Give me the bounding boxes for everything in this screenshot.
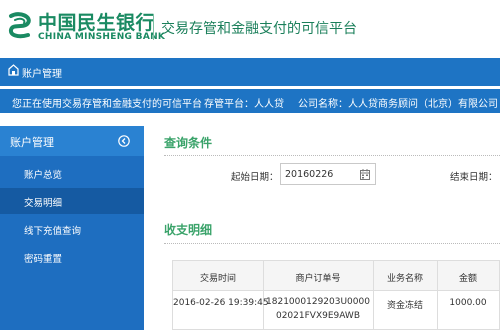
sidebar-item-offline-recharge[interactable]: 线下充值查询 — [0, 216, 144, 242]
sidebar-item-label: 密码重置 — [24, 254, 63, 265]
site-header: 中国民生银行 CHINA MINSHENG BANK 交易存管和金融支付的可信平… — [0, 0, 500, 54]
company-text: 公司名称：人人贷商务顾问（北京）有限公司 — [298, 99, 498, 110]
column-header-business: 业务名称 — [386, 274, 423, 284]
cell-order-line2: 02021FVX9E9AWB — [275, 311, 360, 321]
minsheng-bank-logo-icon — [8, 12, 31, 39]
sidebar-item-label: 线下充值查询 — [24, 226, 82, 237]
header-divider — [153, 14, 154, 40]
cell-time: 2016-02-26 19:39:45 — [173, 298, 269, 308]
start-date-input[interactable]: 20160226 — [280, 163, 376, 185]
platform-text: 存管平台：人人贷 — [204, 99, 284, 110]
cell-order-line1: 1821000129203U0000 — [266, 297, 370, 307]
column-header-order: 商户订单号 — [295, 274, 341, 284]
sidebar-item-password-reset[interactable]: 密码重置 — [0, 244, 144, 270]
column-header-time: 交易时间 — [199, 274, 236, 284]
sidebar-item-label: 账户总览 — [24, 170, 63, 181]
current-location-text: 您正在使用交易存管和金融支付的可信平台 — [12, 99, 202, 110]
transactions-table: 交易时间 商户订单号 业务名称 金额 2016-02-26 19:39:45 1… — [172, 260, 500, 330]
info-bar: 您正在使用交易存管和金融支付的可信平台 存管平台：人人贷 公司名称：人人贷商务顾… — [0, 89, 500, 113]
arrow-left-circle-icon[interactable] — [118, 135, 130, 147]
page: 中国民生银行 CHINA MINSHENG BANK 交易存管和金融支付的可信平… — [0, 0, 500, 330]
column-divider — [437, 261, 438, 329]
cell-business: 资金冻结 — [386, 301, 423, 311]
column-header-amount: 金额 — [458, 274, 477, 284]
table-header: 交易时间 商户订单号 业务名称 金额 — [173, 261, 499, 291]
sidebar: 账户管理 账户总览 交易明细 线下充值查询 密码重置 — [0, 126, 144, 330]
home-icon — [8, 64, 19, 76]
bank-name-cn: 中国民生银行 — [38, 12, 156, 34]
detail-section-title: 收支明细 — [164, 223, 213, 237]
query-divider — [164, 155, 500, 156]
end-date-label: 结束日期： — [450, 172, 498, 183]
column-divider — [373, 261, 374, 329]
sidebar-header[interactable]: 账户管理 — [0, 126, 144, 156]
sidebar-item-account-overview[interactable]: 账户总览 — [0, 160, 144, 186]
start-date-value: 20160226 — [285, 169, 334, 180]
detail-divider — [164, 243, 500, 244]
platform-title: 交易存管和金融支付的可信平台 — [161, 21, 357, 37]
sidebar-item-label: 交易明细 — [24, 198, 63, 209]
sidebar-header-label: 账户管理 — [10, 136, 54, 149]
sidebar-item-transaction-details[interactable]: 交易明细 — [0, 188, 144, 214]
query-section-title: 查询条件 — [164, 136, 213, 150]
account-bar: 账户管理 — [0, 58, 500, 86]
account-bar-label[interactable]: 账户管理 — [22, 65, 62, 80]
calendar-icon[interactable] — [360, 169, 370, 180]
cell-amount: 1000.00 — [449, 298, 487, 308]
start-date-label: 起始日期： — [231, 172, 279, 183]
bank-name-en: CHINA MINSHENG BANK — [38, 32, 166, 42]
